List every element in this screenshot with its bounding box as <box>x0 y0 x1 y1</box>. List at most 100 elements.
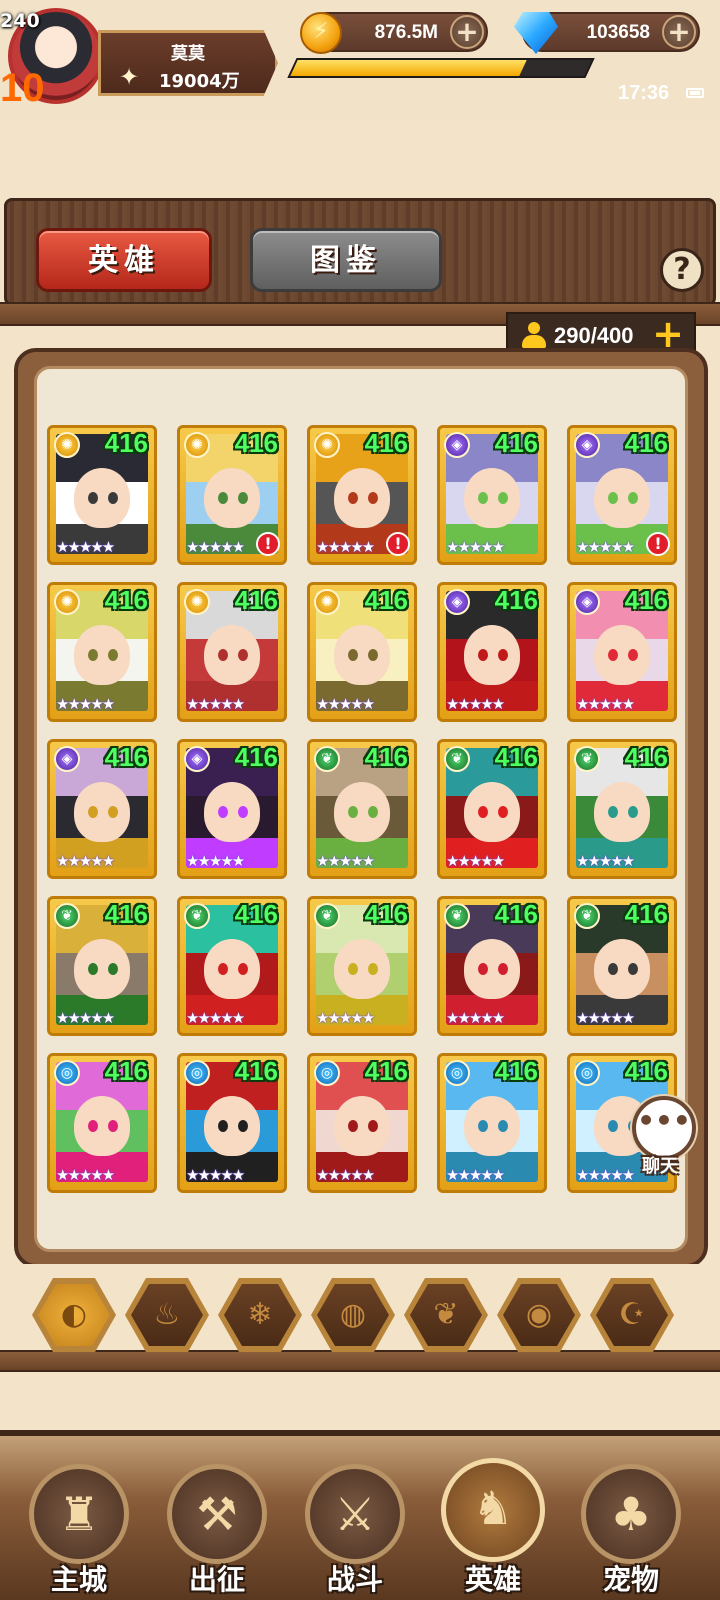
hero-face <box>204 625 260 685</box>
hero-card[interactable]: ✺ 416 ★★★★★! <box>307 425 417 565</box>
hero-eye <box>498 492 508 504</box>
hero-card[interactable]: ✺ 416 ★★★★★ <box>177 582 287 722</box>
nav-label: 宠物 <box>602 1563 659 1596</box>
hero-card[interactable]: ✺ 416 ★★★★★! <box>177 425 287 565</box>
hero-card[interactable]: ❦ 416 ★★★★★ <box>177 896 287 1036</box>
hero-eye <box>88 649 98 661</box>
hero-card[interactable]: ✺ 416 ★★★★★ <box>47 582 157 722</box>
hero-eye <box>608 1120 618 1132</box>
hero-card[interactable]: ❦ 416 ★★★★★ <box>307 739 417 879</box>
hero-eye <box>218 963 228 975</box>
add-diamond-button[interactable]: + <box>662 15 696 49</box>
hero-card[interactable]: ◈ 416 ★★★★★ <box>437 582 547 722</box>
hero-card[interactable]: ✺ 416 ★★★★★ <box>47 425 157 565</box>
chat-button[interactable]: ••• <box>632 1096 696 1160</box>
hero-eye <box>108 806 118 818</box>
hero-level: 416 <box>624 428 668 458</box>
hero-face <box>464 939 520 999</box>
hero-face <box>204 468 260 528</box>
hero-stars: ★★★★★ <box>446 852 505 870</box>
hero-count: 290/400 <box>554 323 634 348</box>
clock: 17:36 <box>618 82 670 104</box>
hero-card[interactable]: ❦ 416 ★★★★★ <box>47 896 157 1036</box>
tab-codex[interactable]: 图鉴 <box>250 228 442 292</box>
exp-progress-bar <box>287 58 595 78</box>
hero-stars: ★★★★★ <box>186 1166 245 1184</box>
player-avatar-button[interactable]: 240 10 <box>0 0 110 110</box>
hero-eye <box>368 963 378 975</box>
tab-hero[interactable]: 英雄 <box>36 228 212 292</box>
nature-icon: ❦ <box>410 1284 482 1346</box>
hero-card[interactable]: ❦ 416 ★★★★★ <box>307 896 417 1036</box>
add-gold-button[interactable]: + <box>450 15 484 49</box>
hero-level: 416 <box>624 1056 668 1086</box>
hero-card[interactable]: ◎ 416 ★★★★★ <box>307 1053 417 1193</box>
hero-level: 416 <box>624 742 668 772</box>
gold-counter: ⚡ 876.5M + <box>300 12 488 54</box>
hero-eye <box>88 963 98 975</box>
hero-level: 416 <box>104 585 148 615</box>
nav-heroes[interactable]: ♞ 英雄 <box>438 1458 548 1598</box>
hero-card[interactable]: ◈ 416 ★★★★★ <box>437 425 547 565</box>
vip-badge: 10 <box>0 66 45 110</box>
hero-card[interactable]: ◎ 416 ★★★★★ <box>47 1053 157 1193</box>
nav-pets[interactable]: ♣ 宠物 <box>576 1458 686 1598</box>
chat-label: 聊天 <box>642 1156 678 1177</box>
light-element-icon: ✺ <box>54 432 80 458</box>
hero-card[interactable]: ◎ 416 ★★★★★ <box>177 1053 287 1193</box>
hero-stars: ★★★★★ <box>446 1009 505 1027</box>
exp-progress-fill <box>290 60 528 76</box>
hero-card[interactable]: ❦ 416 ★★★★★ <box>437 896 547 1036</box>
hero-eye <box>608 492 618 504</box>
hero-card[interactable]: ◈ 416 ★★★★★! <box>567 425 677 565</box>
hero-card[interactable]: ❦ 416 ★★★★★ <box>567 896 677 1036</box>
hero-eye <box>108 649 118 661</box>
hero-eye <box>628 492 638 504</box>
diamond-amount: 103658 <box>586 22 650 43</box>
hero-eye <box>628 806 638 818</box>
help-button[interactable]: ? <box>660 248 704 292</box>
hero-level: 416 <box>234 1056 278 1086</box>
hero-card[interactable]: ❦ 416 ★★★★★ <box>437 739 547 879</box>
hero-eye <box>88 1120 98 1132</box>
hero-card[interactable]: ❦ 416 ★★★★★ <box>567 739 677 879</box>
hero-face <box>594 468 650 528</box>
hero-level: 416 <box>494 899 538 929</box>
hero-eye <box>478 806 488 818</box>
hero-eye <box>348 492 358 504</box>
nature-element-icon: ❦ <box>574 903 600 929</box>
diamond-icon <box>514 12 558 54</box>
hero-eye <box>108 492 118 504</box>
wings-icon: ✦ <box>119 63 140 91</box>
nav-battle[interactable]: ⚔ 战斗 <box>300 1458 410 1598</box>
hero-eye <box>608 963 618 975</box>
alert-badge-icon: ! <box>646 532 670 556</box>
pet-icon: ♣ <box>581 1464 681 1564</box>
nav-main-city[interactable]: ♜ 主城 <box>24 1458 134 1598</box>
hero-face <box>594 782 650 842</box>
hero-face <box>594 625 650 685</box>
hero-card[interactable]: ◈ 416 ★★★★★ <box>47 739 157 879</box>
hero-list-scroll-area[interactable]: ✺ 416 ★★★★★ ✺ 416 ★★★★★! ✺ 416 ★★★★★! ◈ 416 ★★★★★ ◈ 4… <box>34 366 688 1252</box>
hero-eye <box>628 649 638 661</box>
hero-eye <box>478 963 488 975</box>
nature-element-icon: ❦ <box>314 903 340 929</box>
hero-card[interactable]: ◈ 416 ★★★★★ <box>177 739 287 879</box>
gold-coin-icon: ⚡ <box>300 12 342 54</box>
hero-level: 416 <box>234 428 278 458</box>
nav-expedition[interactable]: ⚒ 出征 <box>162 1458 272 1598</box>
hero-stars: ★★★★★ <box>56 695 115 713</box>
hero-eye <box>368 492 378 504</box>
hero-level: 416 <box>494 1056 538 1086</box>
hero-level: 416 <box>494 742 538 772</box>
castle-icon: ♜ <box>29 1464 129 1564</box>
hero-card[interactable]: ✺ 416 ★★★★★ <box>307 582 417 722</box>
player-name-plate[interactable]: 莫莫 ✦ 19004万 <box>98 30 278 96</box>
hero-eye <box>498 963 508 975</box>
hooded-hero-icon: ♞ <box>441 1458 545 1562</box>
hero-face <box>334 468 390 528</box>
hero-card[interactable]: ◈ 416 ★★★★★ <box>567 582 677 722</box>
hero-card[interactable]: ◎ 416 ★★★★★ <box>437 1053 547 1193</box>
hero-face <box>334 625 390 685</box>
person-icon <box>522 322 546 348</box>
